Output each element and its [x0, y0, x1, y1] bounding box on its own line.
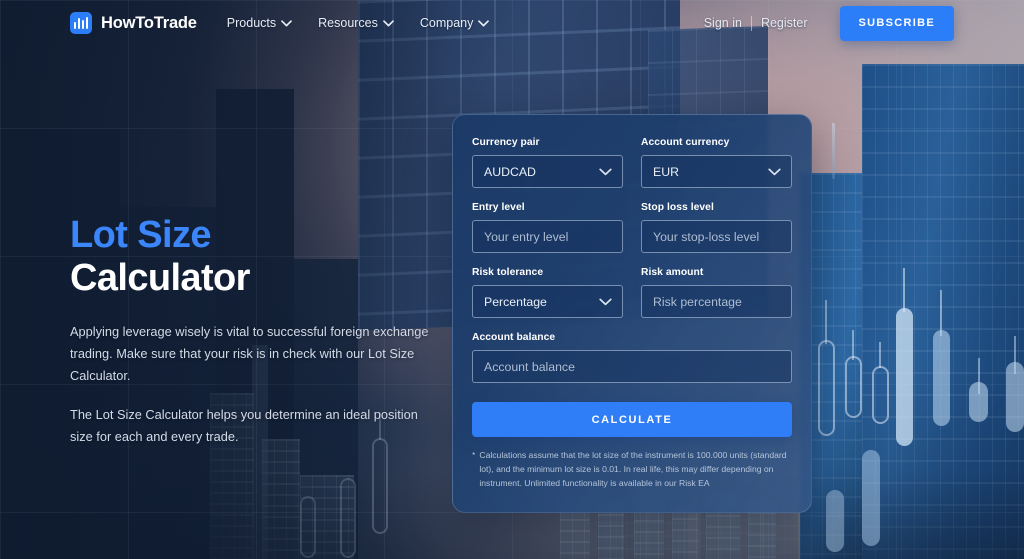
field-label: Stop loss level: [641, 202, 714, 213]
auth-links: Sign in Register: [704, 15, 808, 31]
header-actions: Sign in Register SUBSCRIBE: [704, 5, 954, 41]
chevron-down-icon: [768, 165, 781, 179]
account-currency-value: EUR: [653, 164, 679, 179]
field-entry-level: Entry level Your entry level: [472, 202, 623, 253]
bar-chart-logo-icon: [70, 12, 92, 34]
account-balance-input[interactable]: Account balance: [472, 350, 792, 383]
chevron-down-icon: [599, 165, 612, 179]
form-row: Entry level Your entry level Stop loss l…: [472, 202, 792, 267]
nav-item-company[interactable]: Company: [420, 16, 490, 30]
asterisk-marker: *: [472, 450, 476, 460]
field-label: Risk tolerance: [472, 267, 544, 278]
chevron-down-icon: [599, 295, 612, 309]
risk-tolerance-value: Percentage: [484, 294, 547, 309]
field-label: Account balance: [472, 332, 556, 343]
page-title-line-2: Calculator: [70, 256, 250, 299]
brand-logo[interactable]: HowToTrade: [70, 12, 197, 34]
field-label: Currency pair: [472, 137, 540, 148]
field-stop-loss-level: Stop loss level Your stop-loss level: [641, 202, 792, 253]
sign-in-link[interactable]: Sign in: [704, 16, 742, 30]
hero-paragraph-2: The Lot Size Calculator helps you determ…: [70, 407, 418, 445]
field-label: Risk amount: [641, 267, 704, 278]
page-root: HowToTrade Products Resources Company Si…: [0, 0, 1024, 559]
nav-item-resources[interactable]: Resources: [318, 16, 394, 30]
subscribe-button[interactable]: SUBSCRIBE: [839, 5, 954, 41]
calculate-button[interactable]: CALCULATE: [472, 402, 792, 437]
risk-tolerance-select[interactable]: Percentage: [472, 285, 623, 318]
calculator-disclaimer: * Calculations assume that the lot size …: [472, 449, 792, 491]
chevron-down-icon: [383, 16, 394, 30]
site-header: HowToTrade Products Resources Company Si…: [0, 0, 1024, 46]
chevron-down-icon: [478, 16, 490, 30]
divider: [750, 15, 752, 31]
field-label: Entry level: [472, 202, 525, 213]
currency-pair-select[interactable]: AUDCAD: [472, 155, 623, 188]
disclaimer-text: Calculations assume that the lot size of…: [479, 450, 787, 488]
field-account-currency: Account currency EUR: [641, 137, 792, 188]
brand-name: HowToTrade: [101, 13, 197, 32]
entry-level-input[interactable]: Your entry level: [472, 220, 623, 253]
page-title: Lot Size Calculator: [70, 214, 442, 299]
field-label: Account currency: [641, 137, 730, 148]
chevron-down-icon: [281, 16, 292, 30]
stop-loss-level-input[interactable]: Your stop-loss level: [641, 220, 792, 253]
field-currency-pair: Currency pair AUDCAD: [472, 137, 623, 188]
nav-item-label: Resources: [318, 16, 378, 30]
nav-item-label: Products: [226, 16, 277, 30]
nav-item-label: Company: [419, 16, 474, 30]
field-account-balance: Account balance Account balance: [472, 332, 792, 383]
account-currency-select[interactable]: EUR: [641, 155, 792, 188]
form-row: Risk tolerance Percentage Risk amount Ri…: [472, 267, 792, 332]
risk-amount-input[interactable]: Risk percentage: [641, 285, 792, 318]
form-row: Currency pair AUDCAD Account currency EU…: [472, 137, 792, 202]
field-risk-tolerance: Risk tolerance Percentage: [472, 267, 623, 318]
hero-section: Lot Size Calculator Applying leverage wi…: [70, 214, 442, 448]
page-title-line-1: Lot Size: [70, 214, 211, 256]
field-risk-amount: Risk amount Risk percentage: [641, 267, 792, 318]
currency-pair-value: AUDCAD: [484, 164, 536, 179]
hero-paragraph-1: Applying leverage wisely is vital to suc…: [70, 324, 429, 384]
nav-item-products[interactable]: Products: [227, 16, 292, 30]
main-navigation: Products Resources Company: [227, 16, 490, 30]
lot-size-calculator-card: Currency pair AUDCAD Account currency EU…: [452, 114, 812, 513]
register-link[interactable]: Register: [761, 16, 808, 30]
